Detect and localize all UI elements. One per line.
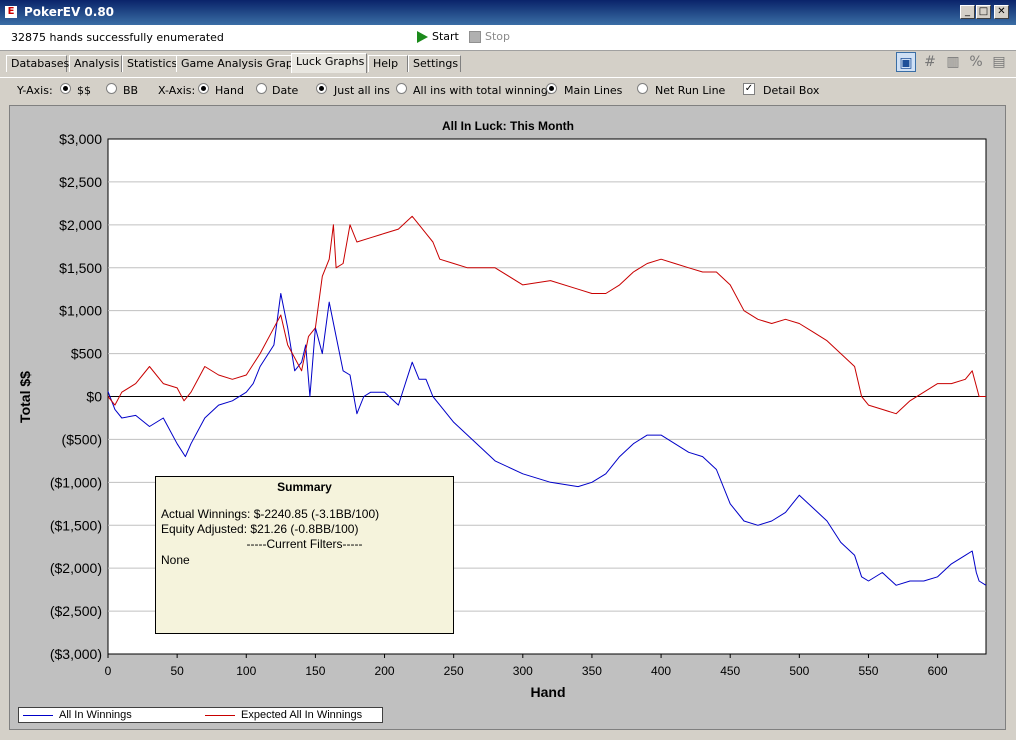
filters-value: None	[161, 553, 190, 567]
x-tick-label: 150	[305, 664, 325, 678]
x-axis-ticks: 0 50 100 150 200 250 300 350 400 450 500 550 600	[105, 654, 948, 678]
x-tick-label: 600	[928, 664, 948, 678]
chart-title: All In Luck: This Month	[442, 119, 574, 133]
x-tick-label: 50	[170, 664, 184, 678]
x-tick-label: 350	[582, 664, 602, 678]
legend-label-expected: Expected All In Winnings	[241, 709, 363, 721]
y-tick-label: $0	[86, 389, 102, 405]
y-tick-label: $2,000	[59, 217, 102, 233]
y-axis-title: Total $$	[17, 371, 33, 423]
y-tick-label: ($2,000)	[50, 560, 102, 576]
x-tick-label: 200	[375, 664, 395, 678]
y-tick-label: $500	[71, 346, 102, 362]
y-tick-label: ($3,000)	[50, 646, 102, 662]
y-tick-label: ($2,500)	[50, 603, 102, 619]
x-axis-title: Hand	[531, 684, 566, 700]
y-tick-label: $3,000	[59, 131, 102, 147]
summary-box: Summary Actual Winnings: $-2240.85 (-3.1…	[155, 476, 454, 634]
summary-title: Summary	[277, 480, 332, 494]
x-tick-label: 100	[236, 664, 256, 678]
x-tick-label: 250	[444, 664, 464, 678]
equity-adjusted: Equity Adjusted: $21.26 (-0.8BB/100)	[161, 522, 359, 536]
y-tick-label: ($1,000)	[50, 474, 102, 490]
x-tick-label: 550	[858, 664, 878, 678]
tab-luck-graphs[interactable]: Luck Graphs	[291, 53, 367, 73]
y-tick-label: $1,000	[59, 303, 102, 319]
y-tick-label: $2,500	[59, 174, 102, 190]
x-tick-label: 500	[789, 664, 809, 678]
x-tick-label: 450	[720, 664, 740, 678]
luck-chart: All In Luck: This Month $3,000 $2,500 $2,0…	[17, 119, 987, 700]
y-tick-label: ($1,500)	[50, 517, 102, 533]
chart-legend: All In Winnings Expected All In Winnings	[18, 707, 383, 723]
legend-swatch-expected	[205, 715, 235, 716]
y-tick-label: $1,500	[59, 260, 102, 276]
y-axis-ticks: $3,000 $2,500 $2,000 $1,500 $1,000 $500 $0 ($50…	[50, 131, 102, 662]
legend-label-winnings: All In Winnings	[59, 709, 132, 721]
filters-header: -----Current Filters-----	[246, 537, 363, 551]
y-tick-label: ($500)	[62, 431, 102, 447]
x-tick-label: 0	[105, 664, 112, 678]
legend-swatch-winnings	[23, 715, 53, 716]
x-tick-label: 300	[513, 664, 533, 678]
actual-winnings: Actual Winnings: $-2240.85 (-3.1BB/100)	[161, 507, 380, 521]
x-tick-label: 400	[651, 664, 671, 678]
